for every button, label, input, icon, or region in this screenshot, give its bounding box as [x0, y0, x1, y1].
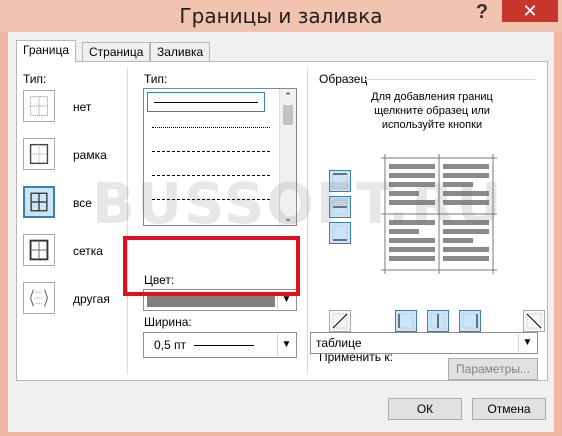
- width-line-sample: [194, 345, 254, 346]
- line-dashed[interactable]: [152, 151, 270, 152]
- presets-heading: Тип:: [23, 72, 47, 86]
- watermark: BUSSOFT.RU: [92, 172, 504, 237]
- apply-to-value: таблице: [316, 336, 362, 350]
- cancel-button[interactable]: Отмена: [472, 398, 546, 420]
- preset-grid-label[interactable]: сетка: [73, 244, 103, 258]
- ok-button[interactable]: ОК: [388, 398, 462, 420]
- style-heading: Тип:: [144, 72, 168, 86]
- preset-custom-label[interactable]: другая: [73, 292, 110, 306]
- preset-grid-icon[interactable]: [23, 234, 55, 266]
- highlight-box: [123, 236, 300, 296]
- title-bar[interactable]: Границы и заливка ? ✕: [0, 0, 562, 32]
- list-item-selected[interactable]: [147, 92, 265, 112]
- border-diagonal-down-button[interactable]: [523, 310, 545, 332]
- preset-custom-icon[interactable]: [23, 282, 55, 314]
- chevron-down-icon[interactable]: ▼: [518, 334, 536, 352]
- tab-page[interactable]: Страница: [82, 42, 151, 61]
- width-label: Ширина:: [144, 315, 192, 329]
- preview-hint: Для добавления границ щелкните образец и…: [371, 91, 493, 131]
- preview-heading: Образец: [319, 72, 368, 86]
- options-button[interactable]: Параметры...: [448, 358, 538, 380]
- tab-shading[interactable]: Заливка: [150, 42, 211, 61]
- preset-all-icon[interactable]: [23, 186, 55, 218]
- preset-none-label[interactable]: нет: [73, 100, 91, 114]
- border-inner-vertical-button[interactable]: [427, 310, 449, 332]
- preset-box-icon[interactable]: [23, 138, 55, 170]
- line-dotted[interactable]: [152, 127, 270, 128]
- line-solid: [154, 102, 258, 103]
- preset-box-label[interactable]: рамка: [73, 148, 107, 162]
- preset-none-icon[interactable]: [23, 90, 55, 122]
- chevron-down-icon[interactable]: ▼: [277, 334, 295, 356]
- scroll-thumb[interactable]: [283, 105, 293, 125]
- help-button[interactable]: ?: [462, 0, 502, 24]
- border-right-button[interactable]: [459, 310, 481, 332]
- dialog-window: Границы и заливка ? ✕ Граница Страница З…: [0, 0, 562, 436]
- preset-all-label[interactable]: все: [73, 196, 92, 210]
- width-value: 0,5 пт: [154, 338, 187, 352]
- close-button[interactable]: ✕: [502, 0, 558, 22]
- border-left-button[interactable]: [395, 310, 417, 332]
- apply-to-combo[interactable]: таблице ▼: [310, 332, 538, 354]
- preview-rule: [365, 79, 535, 80]
- border-diagonal-up-button[interactable]: [329, 310, 351, 332]
- width-combo[interactable]: 0,5 пт ▼: [143, 332, 297, 358]
- tab-border[interactable]: Граница: [16, 40, 77, 62]
- scroll-up-icon[interactable]: ⌃: [280, 89, 296, 103]
